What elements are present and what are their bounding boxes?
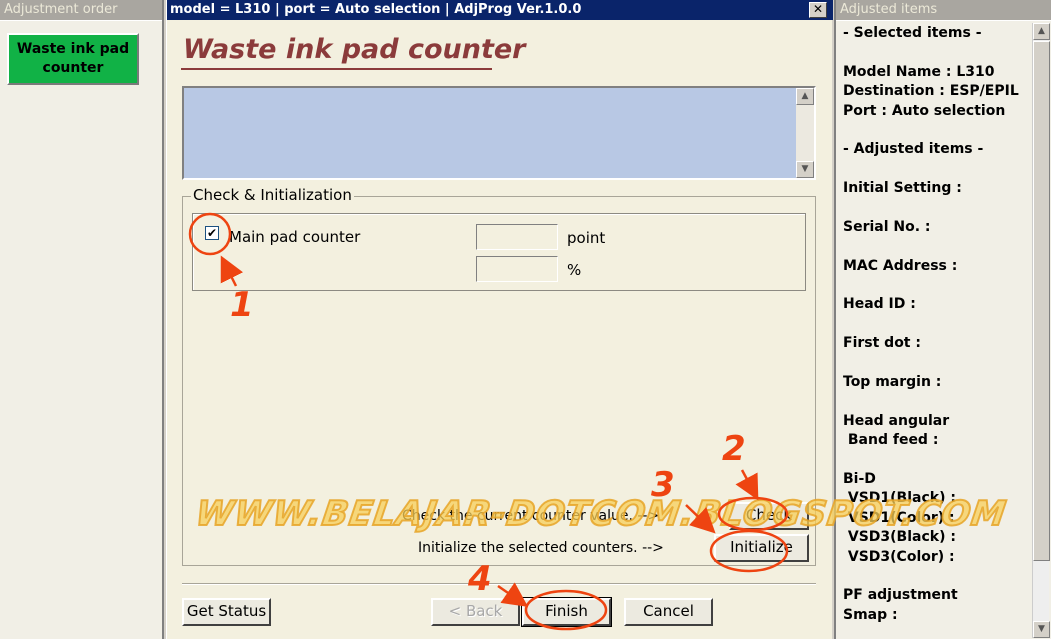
main-pad-counter-checkbox[interactable]: ✔ xyxy=(205,226,219,240)
scroll-up-arrow-icon[interactable]: ▲ xyxy=(796,88,814,105)
main-window: model = L310 | port = Auto selection | A… xyxy=(166,0,833,639)
watermark: WWW.BELAJAR-DOTCOM.BLOGSPOT.COM xyxy=(192,493,1010,535)
main-pad-counter-label: Main pad counter xyxy=(229,228,361,246)
adjusted-item-line xyxy=(843,451,1023,470)
adjusted-item-line: Destination : ESP/EPIL xyxy=(843,83,1019,100)
get-status-button[interactable]: Get Status xyxy=(182,598,271,626)
adjusted-item-line: Head angular xyxy=(843,412,950,429)
message-textarea[interactable]: ▲ ▼ xyxy=(182,86,816,180)
checkmark-icon: ✔ xyxy=(206,226,218,240)
percent-value-field xyxy=(476,256,558,282)
back-button[interactable]: < Back xyxy=(431,598,520,626)
close-icon[interactable]: ✕ xyxy=(809,2,827,18)
order-item-label-line2: counter xyxy=(42,60,104,76)
point-unit-label: point xyxy=(567,229,606,247)
window-title: model = L310 | port = Auto selection | A… xyxy=(170,2,582,17)
adjusted-item-line: Head ID : xyxy=(843,296,916,313)
adjusted-item-line: Band feed : xyxy=(843,432,939,449)
adjusted-item-line: Bi-D xyxy=(843,470,876,487)
adjustment-order-list: Waste ink pad counter xyxy=(0,20,162,639)
adjusted-items-title: Adjusted items xyxy=(836,0,1051,20)
scroll-down-arrow-icon[interactable]: ▼ xyxy=(1033,621,1050,638)
window-title-bar: model = L310 | port = Auto selection | A… xyxy=(167,0,833,20)
adjusted-item-line xyxy=(843,121,1023,140)
percent-unit-label: % xyxy=(567,261,582,279)
adjusted-item-line xyxy=(843,567,1023,586)
order-item-label-line1: Waste ink pad xyxy=(16,41,130,57)
adjusted-item-line xyxy=(843,392,1023,411)
adjusted-items-panel: Adjusted items - Selected items - Model N… xyxy=(834,0,1051,639)
adjusted-item-line xyxy=(843,199,1023,218)
adjusted-item-line: Initial Setting : xyxy=(843,180,962,197)
order-item-waste-ink-pad-counter[interactable]: Waste ink pad counter xyxy=(7,33,139,85)
adjusted-item-line: - Adjusted items - xyxy=(843,141,984,158)
adjusted-item-line xyxy=(843,315,1023,334)
adjusted-item-line: Smap : xyxy=(843,606,898,623)
adjusted-item-line: Model Name : L310 xyxy=(843,63,995,80)
scroll-up-arrow-icon[interactable]: ▲ xyxy=(1033,23,1050,40)
initialize-button[interactable]: Initialize xyxy=(714,534,809,562)
adjusted-item-line: - Selected items - xyxy=(843,25,982,41)
adjusted-item-line xyxy=(843,160,1023,179)
initialize-instruction-text: Initialize the selected counters. --> xyxy=(418,540,664,556)
adjusted-item-line xyxy=(843,276,1023,295)
message-scrollbar[interactable]: ▲ ▼ xyxy=(796,88,814,178)
adjusted-items-body: - Selected items - Model Name : L310 Desti… xyxy=(836,20,1051,639)
group-label: Check & Initialization xyxy=(191,186,354,204)
adjusted-item-line: PF adjustment xyxy=(843,587,958,604)
adjusted-items-list: - Selected items - Model Name : L310 Desti… xyxy=(843,24,1023,625)
adjusted-item-line: First dot : xyxy=(843,335,921,352)
adjustment-order-title: Adjustment order xyxy=(0,0,162,20)
finish-button[interactable]: Finish xyxy=(521,597,612,627)
adjusted-items-scrollbar[interactable]: ▲ ▼ xyxy=(1032,23,1050,638)
adjusted-item-line: MAC Address : xyxy=(843,257,958,274)
adjusted-item-line: Port : Auto selection xyxy=(843,102,1006,119)
adjusted-item-line: Top margin : xyxy=(843,374,942,391)
adjusted-item-line: Serial No. : xyxy=(843,218,931,235)
adjusted-item-line xyxy=(843,43,1023,62)
heading-underline xyxy=(181,68,492,70)
adjusted-item-line xyxy=(843,237,1023,256)
counter-panel: ✔ Main pad counter point % xyxy=(192,213,806,291)
footer-divider xyxy=(182,583,816,585)
adjustment-order-panel: Adjustment order Waste ink pad counter xyxy=(0,0,164,639)
scroll-thumb[interactable] xyxy=(1033,41,1050,561)
page-title: Waste ink pad counter xyxy=(183,34,526,65)
scroll-down-arrow-icon[interactable]: ▼ xyxy=(796,161,814,178)
adjusted-item-line xyxy=(843,354,1023,373)
adjusted-item-line: VSD3(Color) : xyxy=(843,548,955,565)
point-value-field xyxy=(476,224,558,250)
cancel-button[interactable]: Cancel xyxy=(624,598,713,626)
